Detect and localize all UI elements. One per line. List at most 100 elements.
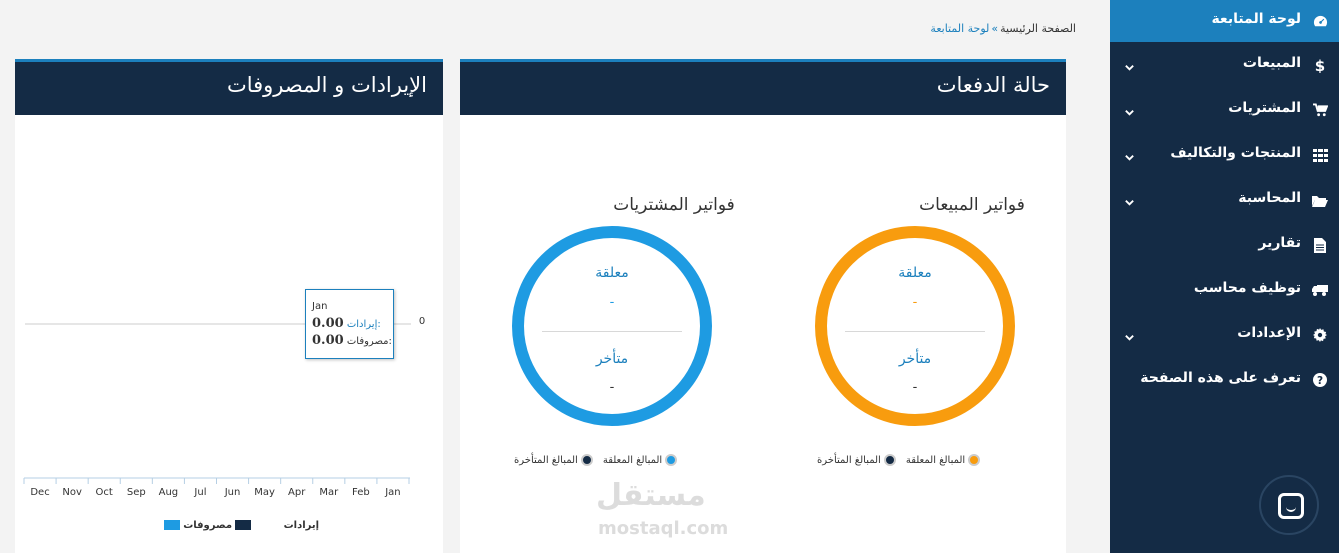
breadcrumb-home[interactable]: الصفحة الرئيسية: [1000, 22, 1076, 35]
sales-legend-pending-label: المبالغ المعلقة: [905, 454, 966, 466]
chat-launcher-button[interactable]: [1259, 475, 1319, 535]
sidebar-item-label: المحاسبة: [1238, 190, 1301, 206]
sales-pending-label: معلقة: [898, 265, 932, 281]
sidebar-item[interactable]: تقارير: [1110, 224, 1339, 266]
x-tick-label: Mar: [319, 487, 339, 498]
purchases-legend-overdue-label: المبالغ المتأخرة: [514, 454, 578, 466]
sales-donut-ring: [815, 226, 1015, 426]
sidebar-item[interactable]: لوحة المتابعة: [1110, 0, 1339, 42]
breadcrumb-current[interactable]: لوحة المتابعة: [930, 22, 989, 35]
x-tick-label: Jul: [194, 487, 207, 498]
revenue-panel-title: الإيرادات و المصروفات: [226, 73, 427, 97]
sidebar-item[interactable]: ? تعرف على هذه الصفحة: [1110, 359, 1339, 401]
sales-pending-value: -: [912, 295, 918, 310]
x-tick-label: Sep: [126, 487, 146, 498]
sidebar-item-label: المشتريات: [1228, 100, 1301, 116]
x-tick-label: Apr: [288, 487, 306, 498]
sales-legend: المبالغ المعلقة المبالغ المتأخرة: [811, 454, 981, 466]
overdue-dot-icon: [580, 454, 593, 466]
sidebar-item-label: تعرف على هذه الصفحة: [1140, 370, 1301, 386]
sidebar-item[interactable]: $ المبيعات: [1110, 44, 1339, 86]
sidebar-item-label: لوحة المتابعة: [1211, 11, 1301, 27]
payments-panel-header: حالة الدفعات: [460, 62, 1066, 115]
sidebar-item-label: تقارير: [1258, 235, 1301, 251]
x-tick-label: Oct: [95, 487, 113, 498]
pending-dot-icon: [665, 454, 678, 466]
tooltip-expense-label: مصروفات:: [346, 336, 392, 347]
file-icon: [1312, 237, 1328, 253]
gear-icon: [1312, 327, 1328, 343]
purchases-pending-value: -: [609, 295, 615, 310]
sidebar-item-label: المنتجات والتكاليف: [1170, 145, 1301, 161]
purchases-legend: المبالغ المعلقة المبالغ المتأخرة: [508, 454, 678, 466]
tooltip-month: Jan: [312, 301, 328, 312]
sales-legend-overdue-label: المبالغ المتأخرة: [817, 454, 881, 466]
purchases-overdue-label: متأخر: [595, 351, 629, 367]
purchases-divider: [542, 331, 682, 332]
x-tick-label: Feb: [352, 487, 370, 498]
truck-icon: [1312, 282, 1328, 298]
sidebar-item-label: المبيعات: [1242, 55, 1301, 71]
folder-icon: [1312, 192, 1328, 208]
chevron-down-icon[interactable]: [1124, 103, 1136, 116]
grid-icon: [1312, 147, 1328, 163]
chat-icon: [1278, 493, 1304, 519]
x-tick-label: Nov: [62, 487, 82, 498]
watermark-arabic: مستقل: [596, 478, 706, 513]
breadcrumb-separator: »: [991, 22, 999, 35]
tooltip-revenue-value: 0.00: [312, 316, 344, 331]
tooltip-expense-row: 0.00 مصروفات:: [312, 333, 392, 348]
y-tick-label: 0: [418, 316, 426, 327]
chevron-down-icon[interactable]: [1124, 58, 1136, 71]
sidebar-item-label: الإعدادات: [1237, 325, 1301, 341]
tooltip-expense-value: 0.00: [312, 333, 344, 348]
purchases-legend-pending-label: المبالغ المعلقة: [602, 454, 663, 466]
x-tick-label: Jan: [385, 487, 401, 498]
x-tick-label: Aug: [158, 487, 179, 498]
revenue-legend-label[interactable]: إيرادات: [284, 520, 319, 531]
purchases-donut-ring: [512, 226, 712, 426]
sidebar-item[interactable]: توظيف محاسب: [1110, 269, 1339, 311]
sidebar-item[interactable]: المحاسبة: [1110, 179, 1339, 221]
sidebar-item[interactable]: الإعدادات: [1110, 314, 1339, 356]
purchases-legend-overdue[interactable]: المبالغ المتأخرة: [514, 454, 593, 466]
x-tick-label: Jun: [224, 487, 241, 498]
dollar-icon: $: [1312, 57, 1328, 73]
chart-tooltip: Jan 0.00 إيرادات: 0.00 مصروفات:: [305, 289, 394, 359]
expenses-legend-swatch: [235, 520, 252, 530]
sales-invoices-title: فواتير المبيعات: [919, 195, 1025, 215]
svg-text:$: $: [1315, 58, 1325, 73]
chevron-down-icon[interactable]: [1124, 328, 1136, 341]
purchases-pending-label: معلقة: [595, 265, 629, 281]
purchases-overdue-value: -: [609, 380, 615, 395]
tooltip-revenue-label: إيرادات:: [346, 319, 381, 330]
cart-icon: [1312, 102, 1328, 118]
revenue-legend-swatch: [164, 520, 180, 530]
revenue-panel-header: الإيرادات و المصروفات: [15, 62, 443, 115]
purchases-legend-pending[interactable]: المبالغ المعلقة: [602, 454, 678, 466]
sidebar-item[interactable]: المشتريات: [1110, 89, 1339, 131]
purchases-invoices-title: فواتير المشتريات: [613, 195, 735, 215]
sales-divider: [845, 331, 985, 332]
breadcrumb: الصفحة الرئيسية»لوحة المتابعة: [930, 22, 1076, 35]
x-tick-label: May: [254, 487, 275, 498]
payments-panel: حالة الدفعات فواتير المبيعات معلقة - متأ…: [460, 59, 1066, 553]
dashboard-icon: [1312, 13, 1328, 29]
chevron-down-icon[interactable]: [1124, 193, 1136, 206]
chart-legend: إيرادات مصروفات: [164, 520, 319, 531]
question-icon: ?: [1312, 372, 1328, 388]
sales-legend-pending[interactable]: المبالغ المعلقة: [905, 454, 981, 466]
pending-dot-icon: [968, 454, 981, 466]
payments-panel-title: حالة الدفعات: [936, 73, 1050, 97]
tooltip-revenue-row: 0.00 إيرادات:: [312, 316, 381, 331]
sidebar: لوحة المتابعة $ المبيعات المشتريات المنتجات …: [1110, 0, 1339, 553]
chevron-down-icon[interactable]: [1124, 148, 1136, 161]
sales-overdue-label: متأخر: [898, 351, 932, 367]
sidebar-item[interactable]: المنتجات والتكاليف: [1110, 134, 1339, 176]
sales-legend-overdue[interactable]: المبالغ المتأخرة: [817, 454, 896, 466]
x-tick-label: Dec: [30, 487, 50, 498]
sales-overdue-value: -: [912, 380, 918, 395]
watermark-latin: mostaql.com: [598, 518, 729, 539]
sidebar-item-label: توظيف محاسب: [1193, 280, 1301, 296]
expenses-legend-label[interactable]: مصروفات: [183, 520, 232, 531]
